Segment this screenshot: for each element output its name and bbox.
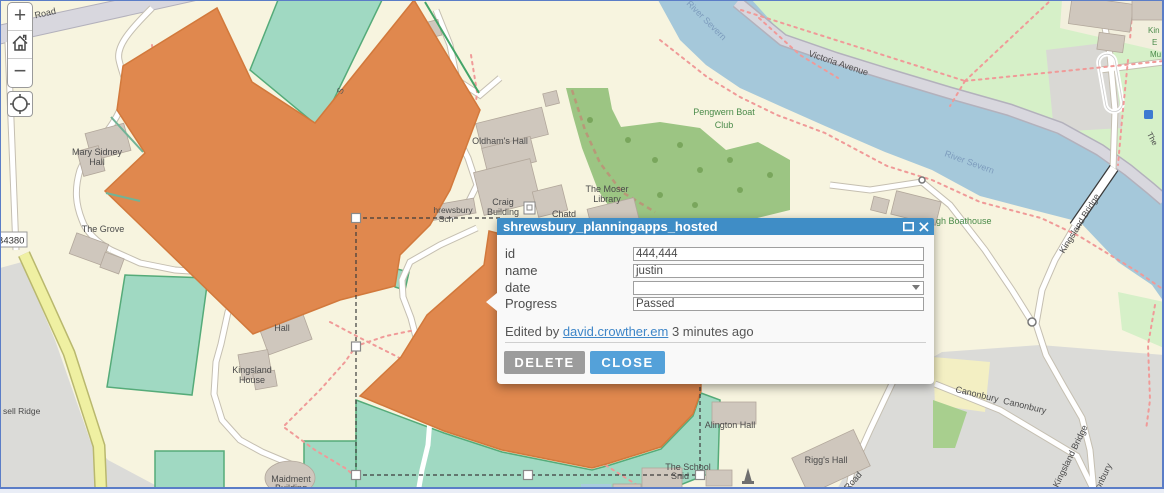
svg-text:Kin: Kin [1148,26,1160,35]
svg-text:Alington Hall: Alington Hall [705,420,756,430]
svg-text:Kingsland: Kingsland [232,365,272,375]
svg-text:Library: Library [593,194,621,204]
svg-text:Snid: Snid [671,471,689,481]
svg-text:Pengwern Boat: Pengwern Boat [693,107,755,117]
svg-text:Craig: Craig [492,197,514,207]
svg-text:Club: Club [715,120,734,130]
svg-text:Building: Building [487,207,519,217]
svg-text:E: E [1152,38,1157,47]
svg-text:House: House [239,375,265,385]
svg-text:sell Ridge: sell Ridge [3,406,41,416]
svg-text:Oldham's Hall: Oldham's Hall [472,136,528,146]
svg-text:The Moser: The Moser [585,184,628,194]
svg-text:gh Boathouse: gh Boathouse [936,216,992,226]
svg-text:Rigg's Hall: Rigg's Hall [805,455,848,465]
svg-text:The Grove: The Grove [82,224,125,234]
svg-text:B4380: B4380 [0,236,24,247]
svg-text:Hall: Hall [89,157,105,167]
svg-text:Hall: Hall [274,323,290,333]
svg-text:Sch: Sch [439,214,454,224]
svg-text:Mu: Mu [1150,50,1161,59]
svg-text:Mary Sidney: Mary Sidney [72,147,123,157]
